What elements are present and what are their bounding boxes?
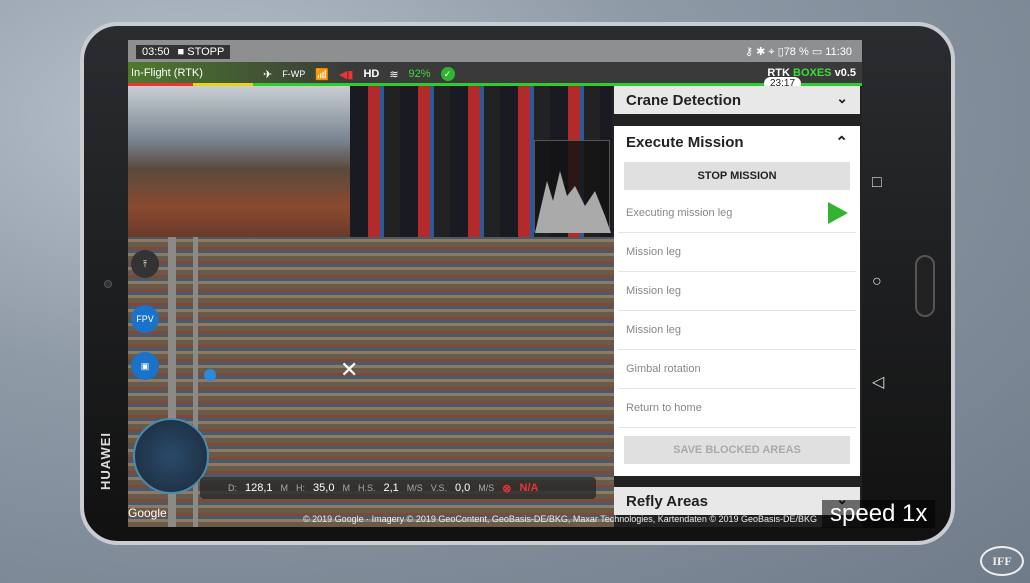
chevron-down-icon: ⌄: [836, 90, 848, 106]
gps-signal-icon: 📶: [315, 68, 329, 81]
back-icon[interactable]: ◁: [872, 372, 884, 392]
flight-mode[interactable]: In-Flight (RTK): [131, 67, 203, 79]
horizontal-speed: 2,1: [383, 482, 399, 494]
recording-indicator[interactable]: 03:50 ■ STOPP: [136, 45, 231, 59]
telemetry-bar: D: 128,1 M H: 35,0 M H.S. 2,1 M/S V.S. 0,0 M/S ⊗…: [200, 477, 596, 499]
mission-leg-item[interactable]: Mission leg: [618, 272, 856, 311]
system-status: ⚷ ✱ ⌖ ▯78 % ▭ 11:30: [744, 46, 852, 58]
ok-check-icon: ✓: [440, 67, 455, 81]
fpv-button[interactable]: FPV: [131, 305, 159, 333]
side-button: [915, 255, 935, 317]
device-brand: HUAWEI: [98, 432, 113, 490]
takeoff-icon[interactable]: ⤒: [131, 250, 159, 278]
radar-compass[interactable]: [133, 418, 209, 494]
wifi-icon: ≋: [389, 68, 399, 81]
histogram: [534, 140, 611, 233]
mission-leg-item[interactable]: Executing mission leg: [618, 194, 856, 233]
flight-status-bar: In-Flight (RTK) ✈ F-WP 📶 ◀▮ HD ≋ 92% ✓ R…: [128, 62, 862, 84]
gimbal-rotation-item[interactable]: Gimbal rotation: [618, 350, 856, 389]
home-point-icon: [204, 369, 216, 381]
drone-icon: ✈: [263, 68, 273, 81]
front-camera: [104, 280, 112, 288]
return-home-item[interactable]: Return to home: [618, 389, 856, 428]
recent-apps-icon[interactable]: □: [872, 174, 882, 192]
remote-signal-icon: ◀▮: [338, 68, 354, 81]
mission-leg-item[interactable]: Mission leg: [618, 233, 856, 272]
execute-mission-card: Execute Mission ⌃ STOP MISSION Executing …: [614, 126, 860, 476]
mission-panel: Crane Detection ⌄ Execute Mission ⌃ STOP M…: [614, 86, 862, 527]
recording-time: 03:50: [142, 46, 170, 58]
stop-label: STOPP: [187, 46, 225, 58]
status-bar: 03:50 ■ STOPP ⚷ ✱ ⌖ ▯78 % ▭ 11:30: [128, 40, 862, 62]
waypoint-mode: F-WP: [282, 69, 306, 79]
chevron-up-icon: ⌃: [835, 134, 848, 151]
battery-percent: 78 %: [783, 46, 809, 58]
stop-recording[interactable]: ■ STOPP: [178, 46, 225, 58]
app-screen: 03:50 ■ STOPP ⚷ ✱ ⌖ ▯78 % ▭ 11:30 In-Fli…: [128, 40, 862, 527]
clock: 11:30: [825, 46, 852, 58]
drone-view-icon[interactable]: ▣: [131, 352, 159, 380]
vertical-speed: 0,0: [454, 482, 471, 494]
execute-mission-header[interactable]: Execute Mission ⌃: [614, 126, 860, 158]
stop-mission-button[interactable]: STOP MISSION: [624, 162, 850, 190]
playback-speed: speed 1x: [822, 500, 936, 528]
rtk-status: N/A: [519, 482, 539, 494]
home-icon[interactable]: ○: [872, 273, 882, 291]
distance-value: 128,1: [245, 482, 273, 494]
save-blocked-areas-button[interactable]: SAVE BLOCKED AREAS: [624, 436, 850, 464]
mission-leg-item[interactable]: Mission leg: [618, 311, 856, 350]
play-icon: [828, 202, 848, 224]
iff-logo: IFF: [980, 546, 1024, 576]
google-logo: Google: [128, 506, 167, 520]
drone-battery: 92%: [408, 68, 431, 80]
crane-detection-header[interactable]: Crane Detection ⌄: [614, 86, 860, 114]
rtk-icon: ⊗: [502, 482, 512, 495]
height-value: 35,0: [313, 482, 335, 494]
camera-view-fpv[interactable]: [128, 86, 350, 237]
drone-position-icon: ✕: [340, 357, 359, 382]
video-link: HD: [363, 68, 380, 80]
